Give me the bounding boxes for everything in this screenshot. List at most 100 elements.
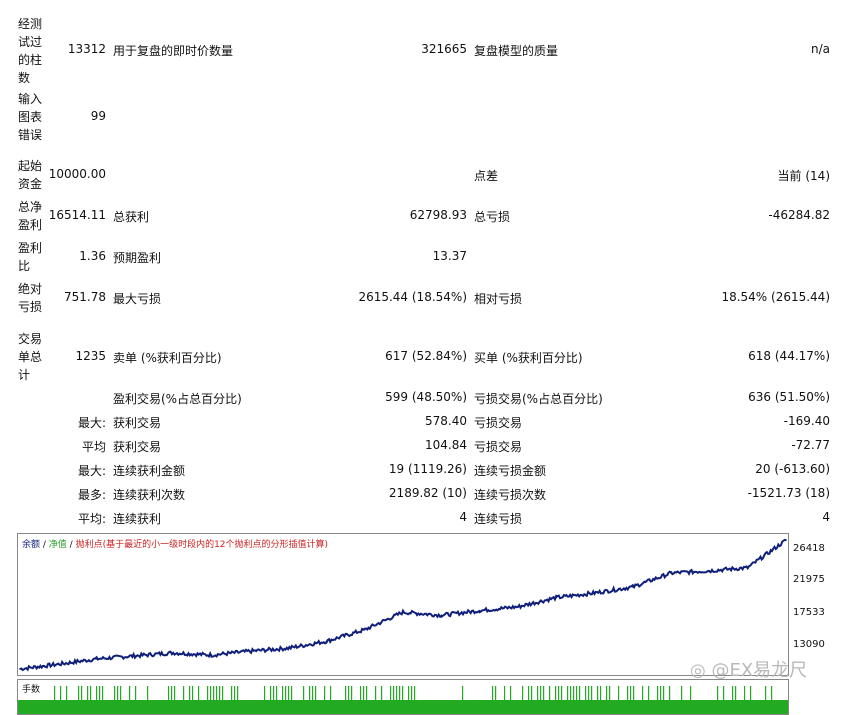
- volume-bar: [555, 686, 557, 700]
- volume-bar: [234, 686, 236, 700]
- volume-bar: [543, 686, 545, 700]
- volume-bar: [570, 686, 572, 700]
- balance-point: [708, 570, 711, 572]
- bars-tested-label: 经测试过的柱数: [18, 17, 43, 85]
- detail-left-label: 连续获利次数: [113, 488, 186, 502]
- gross-profit-label: 总获利: [113, 210, 150, 224]
- volume-bar: [399, 686, 401, 700]
- volume-bar: [681, 686, 683, 700]
- volume-bar: [396, 686, 398, 700]
- long-trades-value: 618 (44.17%): [748, 349, 830, 363]
- volume-bar: [348, 686, 350, 700]
- rel-drawdown-label: 相对亏损: [474, 292, 523, 306]
- balance-point: [440, 614, 443, 616]
- volume-bar: [528, 686, 530, 700]
- volume-bar: [504, 686, 506, 700]
- volume-bar: [54, 686, 56, 700]
- volume-bar: [219, 686, 221, 700]
- volume-bar: [735, 686, 737, 700]
- volume-bar: [147, 686, 149, 700]
- volume-bar: [192, 686, 194, 700]
- volume-bar: [102, 686, 104, 700]
- detail-right-label: 亏损交易: [474, 416, 523, 430]
- volume-bar: [765, 686, 767, 700]
- detail-left-value: 2189.82 (10): [388, 486, 467, 500]
- bars-tested-value: 13312: [67, 42, 106, 56]
- gross-profit-value: 62798.93: [409, 208, 467, 222]
- y-tick-label: 17533: [793, 607, 825, 618]
- volume-bar: [363, 686, 365, 700]
- volume-bar: [492, 686, 494, 700]
- volume-bar: [750, 686, 752, 700]
- balance-series-line: [19, 538, 787, 672]
- abs-drawdown-value: 751.78: [64, 290, 106, 304]
- volume-bar: [690, 686, 692, 700]
- spread-label: 点差: [474, 169, 499, 183]
- volume-bar: [390, 686, 392, 700]
- volume-bar: [270, 686, 272, 700]
- volume-bar: [561, 686, 563, 700]
- volume-bar: [723, 686, 725, 700]
- volume-bar: [531, 686, 533, 700]
- balance-chart: 余额 / 净值 / 抛利点(基于最近的小一级时段内的12个抛利点的分形插值计算)…: [17, 533, 855, 715]
- volume-bar: [609, 686, 611, 700]
- volume-bar: [99, 686, 101, 700]
- volume-bar: [309, 686, 311, 700]
- rel-drawdown-value: 18.54% (2615.44): [721, 290, 830, 304]
- balance-point: [517, 606, 519, 608]
- volume-bar: [591, 686, 593, 700]
- volume-bar: [573, 686, 575, 700]
- volume-bar: [135, 686, 137, 700]
- volume-bar: [288, 686, 290, 700]
- volume-bar: [213, 686, 215, 700]
- volume-bar: [324, 686, 326, 700]
- volume-bar: [549, 686, 551, 700]
- detail-prefix: 平均:: [77, 512, 106, 526]
- profit-trades-label: 盈利交易(%占总百分比): [113, 392, 242, 406]
- volume-bar: [96, 686, 98, 700]
- model-quality-value: n/a: [810, 42, 830, 56]
- volume-bar: [171, 686, 173, 700]
- volume-bar: [606, 686, 608, 700]
- balance-point: [325, 640, 328, 643]
- volume-bar: [60, 686, 62, 700]
- volume-bar: [657, 686, 659, 700]
- volume-bar: [276, 686, 278, 700]
- expected-payoff-value: 13.37: [432, 249, 467, 263]
- detail-prefix: 最多:: [77, 488, 106, 502]
- volume-bar: [717, 686, 719, 700]
- profit-factor-value: 1.36: [79, 249, 106, 263]
- volume-bar: [237, 686, 239, 700]
- detail-left-label: 获利交易: [113, 440, 162, 454]
- balance-point: [210, 654, 213, 656]
- detail-left-label: 连续获利金额: [113, 464, 186, 478]
- y-tick-label: 21975: [793, 574, 825, 585]
- volume-bar: [618, 686, 620, 700]
- balance-point: [134, 655, 136, 657]
- volume-bar: [303, 686, 305, 700]
- loss-trades-value: 636 (51.50%): [748, 390, 830, 404]
- balance-plot: 余额 / 净值 / 抛利点(基于最近的小一级时段内的12个抛利点的分形插值计算): [17, 533, 789, 676]
- initial-deposit-value: 10000.00: [48, 167, 106, 181]
- volume-panel: 手数: [17, 679, 789, 715]
- volume-bar: [648, 686, 650, 700]
- gross-loss-label: 总亏损: [474, 210, 511, 224]
- volume-base: [18, 700, 788, 714]
- volume-bar: [285, 686, 287, 700]
- long-trades-label: 买单 (%获利百分比): [474, 351, 583, 365]
- volume-bar: [81, 686, 83, 700]
- volume-bar: [273, 686, 275, 700]
- volume-bar: [642, 686, 644, 700]
- detail-prefix: 最大:: [77, 416, 106, 430]
- volume-bar: [633, 686, 635, 700]
- volume-bar: [315, 686, 317, 700]
- volume-bar: [558, 686, 560, 700]
- balance-point: [478, 609, 481, 612]
- balance-point: [632, 586, 634, 588]
- detail-right-value: -1521.73 (18): [747, 486, 830, 500]
- detail-right-value: 4: [822, 510, 830, 524]
- short-trades-value: 617 (52.84%): [385, 349, 467, 363]
- chart-errors-label: 输入图表错误: [18, 92, 43, 142]
- detail-left-label: 连续获利: [113, 512, 162, 526]
- profit-trades-value: 599 (48.50%): [385, 390, 467, 404]
